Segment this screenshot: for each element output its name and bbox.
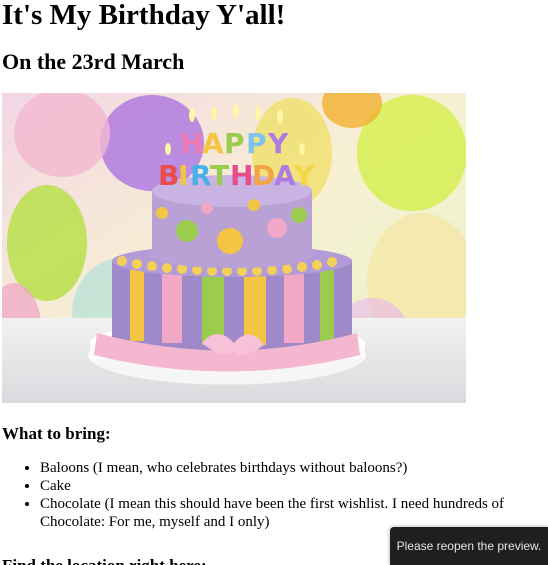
page-title: It's My Birthday Y'all! xyxy=(2,0,286,31)
svg-text:I: I xyxy=(178,159,188,192)
bring-heading: What to bring: xyxy=(2,424,111,443)
svg-text:R: R xyxy=(190,159,212,192)
bring-list: Baloons (I mean, who celebrates birthday… xyxy=(2,459,548,531)
svg-text:H: H xyxy=(180,127,203,160)
location-heading: Find the location right here: xyxy=(2,556,207,565)
toast-message: Please reopen the preview. xyxy=(396,539,542,553)
reopen-preview-toast[interactable]: Please reopen the preview. xyxy=(390,527,548,565)
svg-text:A: A xyxy=(274,159,296,192)
svg-text:P: P xyxy=(246,127,267,160)
svg-text:A: A xyxy=(202,127,224,160)
svg-text:Y: Y xyxy=(267,127,289,160)
svg-text:B: B xyxy=(158,159,179,192)
list-item: Chocolate (I mean this should have been … xyxy=(40,495,548,531)
list-item: Baloons (I mean, who celebrates birthday… xyxy=(40,459,548,477)
svg-text:P: P xyxy=(224,127,245,160)
page-subtitle: On the 23rd March xyxy=(2,49,185,74)
list-item: Cake xyxy=(40,477,548,495)
birthday-cake-image: H A P P Y B I R T H D A Y xyxy=(2,93,466,403)
svg-text:H: H xyxy=(230,159,253,192)
page-content: It's My Birthday Y'all! On the 23rd Marc… xyxy=(2,0,548,531)
svg-text:T: T xyxy=(210,159,229,192)
svg-text:D: D xyxy=(252,159,275,192)
svg-text:Y: Y xyxy=(293,159,315,192)
